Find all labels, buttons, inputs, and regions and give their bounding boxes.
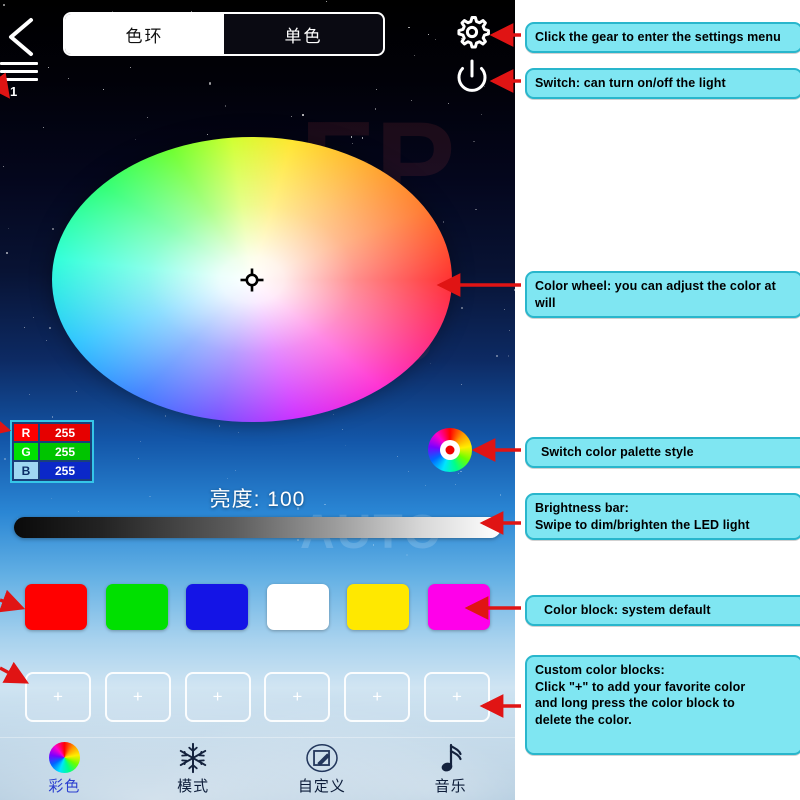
crosshair-cursor-icon[interactable] <box>240 268 264 292</box>
rgb-label-r: R <box>14 424 38 441</box>
nav-item-custom[interactable]: 自定义 <box>258 738 387 796</box>
nav-label-music: 音乐 <box>434 778 467 795</box>
hamburger-menu-icon[interactable] <box>0 62 40 86</box>
rgb-row-red: R 255 <box>14 424 90 441</box>
callout-color-block: Color block: system default <box>525 595 800 626</box>
add-color-slot-2[interactable]: + <box>104 672 171 722</box>
add-color-slot-4[interactable]: + <box>264 672 331 722</box>
color-block-yellow[interactable] <box>347 584 410 630</box>
bottom-navigation-bar: 彩色 模式 自定义 音乐 <box>0 737 515 800</box>
gear-icon[interactable] <box>450 10 494 54</box>
rgb-row-green: G 255 <box>14 443 90 460</box>
preset-color-blocks <box>25 584 490 632</box>
music-note-icon <box>433 741 469 774</box>
color-block-red[interactable] <box>25 584 87 630</box>
color-block-magenta[interactable] <box>427 584 490 630</box>
nav-item-color[interactable]: 彩色 <box>0 738 129 796</box>
color-wheel-icon <box>46 741 82 774</box>
top-bar: 1 色环 单色 <box>0 0 515 105</box>
add-color-slot-6[interactable]: + <box>423 672 490 722</box>
callout-palette-style: Switch color palette style <box>525 437 800 468</box>
power-icon[interactable] <box>452 56 492 96</box>
tab-single-color[interactable]: 单色 <box>224 14 383 54</box>
color-block-blue[interactable] <box>186 584 249 630</box>
rgb-label-g: G <box>14 443 38 460</box>
tab-color-ring[interactable]: 色环 <box>65 14 224 54</box>
nav-label-custom: 自定义 <box>297 778 346 795</box>
rgb-label-b: B <box>14 462 38 479</box>
color-block-white[interactable] <box>266 584 329 630</box>
callout-gear: Click the gear to enter the settings men… <box>525 22 800 53</box>
screenshot-root: FP IPS AUTO 1 色环 单色 <box>0 0 800 800</box>
add-color-slot-1[interactable]: + <box>25 672 91 722</box>
back-chevron-icon[interactable] <box>5 16 37 58</box>
palette-style-toggle-button[interactable] <box>428 428 472 472</box>
edit-pencil-icon <box>304 741 340 774</box>
menu-badge: 1 <box>10 84 18 99</box>
nav-label-mode: 模式 <box>177 778 210 795</box>
nav-item-music[interactable]: 音乐 <box>386 738 515 796</box>
add-color-slot-3[interactable]: + <box>184 672 251 722</box>
phone-screen: FP IPS AUTO 1 色环 单色 <box>0 0 515 800</box>
callout-switch: Switch: can turn on/off the light <box>525 68 800 99</box>
mode-segmented-control: 色环 单色 <box>63 12 385 56</box>
annotation-panel: Click the gear to enter the settings men… <box>515 0 800 800</box>
callout-color-wheel: Color wheel: you can adjust the color at… <box>525 271 800 318</box>
snowflake-icon <box>175 741 211 774</box>
color-wheel[interactable] <box>52 137 452 422</box>
color-ring-center-dot <box>445 445 455 455</box>
rgb-value-b: 255 <box>40 462 90 479</box>
nav-label-color: 彩色 <box>48 778 81 795</box>
callout-brightness: Brightness bar: Swipe to dim/brighten th… <box>525 493 800 540</box>
brightness-slider[interactable] <box>14 517 501 538</box>
nav-item-mode[interactable]: 模式 <box>129 738 258 796</box>
add-color-slot-5[interactable]: + <box>344 672 411 722</box>
color-block-green[interactable] <box>105 584 168 630</box>
callout-custom-blocks: Custom color blocks: Click "+" to add yo… <box>525 655 800 755</box>
custom-color-blocks: + + + + + + <box>25 672 490 722</box>
rgb-readout-panel: R 255 G 255 B 255 <box>10 420 94 483</box>
rgb-value-g: 255 <box>40 443 90 460</box>
brightness-label: 亮度: 100 <box>209 488 306 511</box>
rgb-row-blue: B 255 <box>14 462 90 479</box>
rgb-value-r: 255 <box>40 424 90 441</box>
